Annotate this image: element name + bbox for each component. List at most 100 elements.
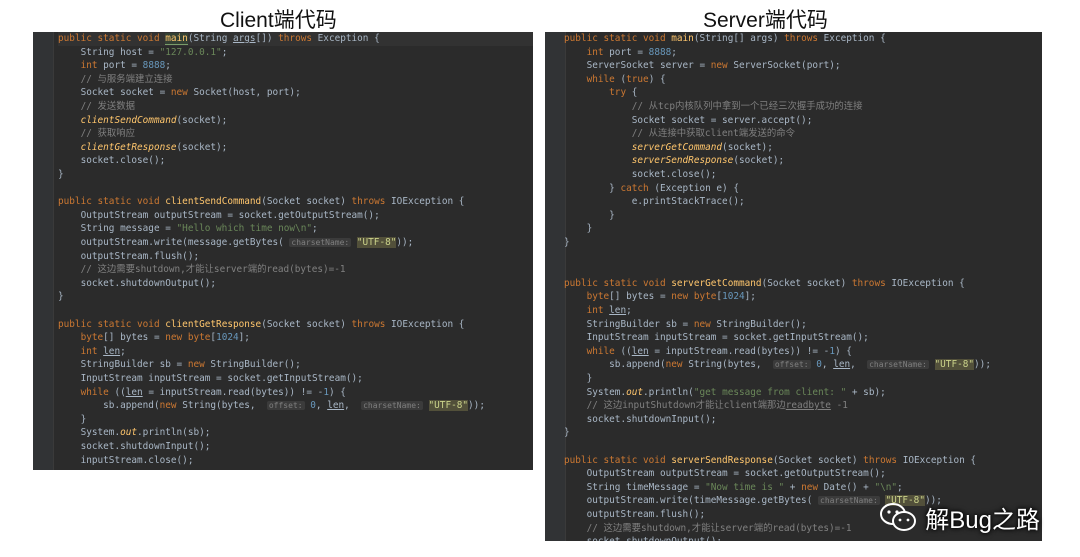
code-token: ,: [850, 359, 868, 371]
code-token: }: [564, 427, 570, 439]
code-token: StringBuilder();: [716, 318, 807, 330]
code-token: serverGetCommand: [631, 141, 723, 153]
code-line: }: [564, 222, 1042, 236]
code-token: }: [58, 413, 87, 425]
code-token: while: [564, 345, 621, 357]
code-token: Socket socket =: [58, 87, 171, 99]
code-token: socket.shutdownInput();: [564, 413, 717, 425]
code-line: public static void clientSendCommand(Soc…: [58, 195, 533, 209]
code-token: String message =: [58, 223, 177, 235]
code-line: // 获取响应: [58, 127, 533, 141]
client-code-editor[interactable]: public static void main(String args[]) t…: [33, 32, 533, 470]
code-token: }: [564, 209, 615, 221]
code-token: new: [801, 481, 824, 493]
code-line: public static void serverSendResponse(So…: [564, 454, 1042, 468]
code-line: String timeMessage = "Now time is " + ne…: [564, 481, 1042, 495]
code-token: new: [187, 359, 211, 371]
code-token: (socket);: [733, 155, 785, 167]
code-token: String host =: [58, 46, 160, 58]
code-line: clientGetResponse(socket);: [58, 141, 533, 155]
code-token: main: [165, 33, 188, 45]
code-token: socket.close();: [58, 155, 166, 167]
code-token: StringBuilder();: [210, 359, 301, 371]
code-token: ));: [468, 400, 485, 412]
code-token: len: [103, 345, 121, 357]
code-line: byte[] bytes = new byte[1024];: [58, 331, 533, 345]
code-token: outputStream.write(timeMessage.getBytes(: [564, 495, 818, 507]
code-token: // 发送数据: [58, 101, 136, 112]
code-token: ) {: [648, 73, 666, 85]
code-token: catch: [620, 182, 655, 194]
code-token: new: [693, 318, 717, 330]
wechat-watermark: 解Bug之路: [879, 500, 1040, 535]
code-line: }: [58, 413, 533, 427]
code-token: 8888: [142, 60, 166, 72]
code-token: Socket socket = server.accept();: [564, 114, 813, 126]
code-line: sb.append(new String(bytes, offset: 0, l…: [58, 399, 533, 413]
code-line: while ((len = inputStream.read(bytes)) !…: [58, 386, 533, 400]
code-line: // 从连接中获取client端发送的命令: [564, 127, 1042, 141]
code-token: new: [170, 87, 194, 99]
code-token: StringBuilder sb =: [58, 359, 188, 371]
code-line: outputStream.write(message.getBytes( cha…: [58, 236, 533, 250]
code-line: Socket socket = new Socket(host, port);: [58, 86, 533, 100]
code-token: serverGetCommand: [671, 277, 762, 289]
code-line: byte[] bytes = new byte[1024];: [564, 290, 1042, 304]
code-token: .println(sb);: [137, 427, 211, 439]
code-line: socket.shutdownOutput();: [58, 277, 533, 291]
code-token: true: [626, 73, 649, 85]
code-line: socket.shutdownOutput();: [564, 535, 1042, 541]
code-token: (String[] args): [693, 33, 785, 44]
code-token: public static void: [564, 33, 672, 44]
code-token: "UTF-8": [428, 400, 469, 412]
code-token: }: [564, 237, 570, 248]
code-token: = inputStream.read(bytes)) != -: [142, 386, 324, 398]
code-token: new: [159, 400, 183, 412]
code-token: Exception {: [823, 33, 886, 44]
code-line: // 这边需要shutdown,才能让server端的read(bytes)=-…: [58, 263, 533, 277]
code-line: ServerSocket server = new ServerSocket(p…: [564, 59, 1042, 73]
code-token: socket.shutdownOutput();: [58, 277, 217, 289]
code-line: public static void clientGetResponse(Soc…: [58, 318, 533, 332]
code-token: byte: [58, 332, 104, 344]
code-token: StringBuilder sb =: [564, 318, 694, 330]
code-line: StringBuilder sb = new StringBuilder();: [58, 358, 533, 372]
code-line: // 与服务端建立连接: [58, 73, 533, 87]
code-token: socket.shutdownOutput();: [564, 536, 722, 541]
client-editor-gutter: [33, 32, 54, 470]
code-token: System.: [58, 427, 121, 439]
code-token: out: [120, 427, 138, 439]
code-token: public static void: [58, 33, 166, 44]
code-token: []): [255, 33, 279, 44]
code-token: outputStream.write(message.getBytes(: [58, 237, 290, 248]
code-token: throws: [851, 277, 892, 289]
parameter-hint: charsetName:: [361, 401, 423, 411]
code-token: clientSendCommand: [80, 114, 177, 126]
code-token: String timeMessage =: [564, 481, 706, 493]
code-line: }: [58, 290, 533, 304]
code-token: int: [564, 305, 610, 316]
code-token: ;: [626, 305, 632, 316]
code-token: int: [564, 46, 610, 58]
code-token: // 获取响应: [58, 128, 136, 140]
parameter-hint: offset:: [266, 401, 305, 411]
code-token: }: [58, 169, 64, 180]
code-token: public static void: [564, 454, 672, 466]
code-token: int: [58, 60, 104, 72]
parameter-hint: charsetName:: [289, 238, 352, 247]
code-token: throws: [784, 33, 824, 44]
code-line: int len;: [58, 345, 533, 359]
code-line: clientSendCommand(socket);: [58, 114, 533, 128]
code-line: InputStream inputStream = socket.getInpu…: [58, 372, 533, 386]
server-code-editor[interactable]: public static void main(String[] args) t…: [545, 32, 1042, 541]
code-line: public static void main(String args[]) t…: [58, 32, 533, 46]
code-line: e.printStackTrace();: [564, 195, 1042, 209]
code-line: InputStream inputStream = socket.getInpu…: [564, 331, 1042, 345]
code-line: OutputStream outputStream = socket.getOu…: [564, 467, 1042, 481]
code-token: (socket);: [722, 141, 773, 153]
code-token: [] bytes =: [609, 291, 672, 303]
code-token: public static void: [564, 277, 672, 289]
code-line: int len;: [564, 304, 1042, 318]
